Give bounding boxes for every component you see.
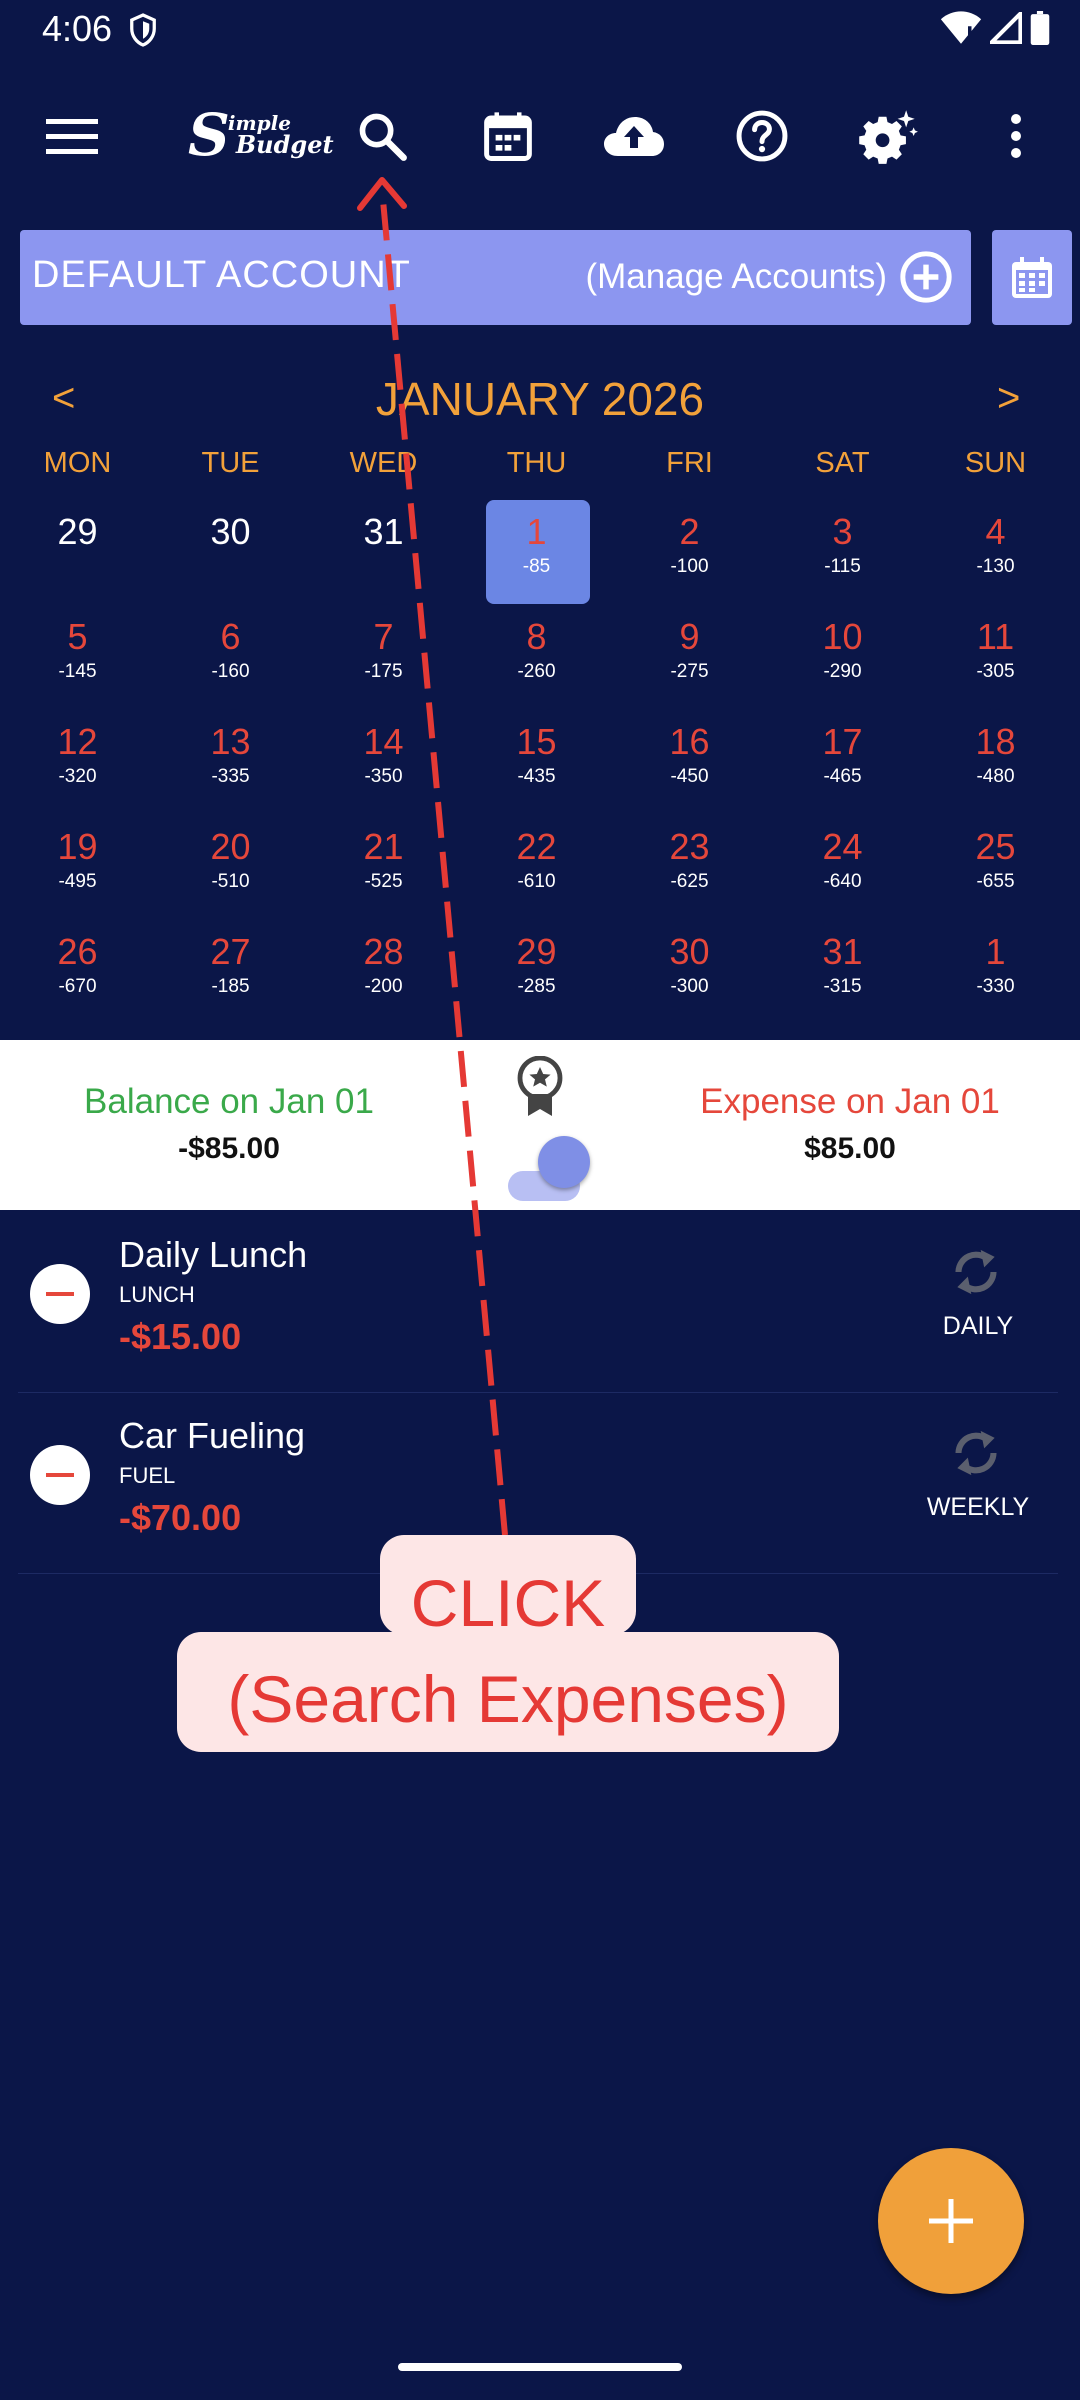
annotation-line1: CLICK bbox=[410, 1566, 606, 1640]
annotation-arrow bbox=[357, 177, 508, 1536]
annotation-callout: CLICK (Search Expenses) bbox=[177, 1555, 839, 1747]
annotation-line2: (Search Expenses) bbox=[227, 1662, 789, 1736]
home-indicator[interactable] bbox=[398, 2363, 682, 2371]
plus-icon bbox=[929, 2199, 973, 2243]
add-expense-button[interactable] bbox=[878, 2148, 1024, 2294]
